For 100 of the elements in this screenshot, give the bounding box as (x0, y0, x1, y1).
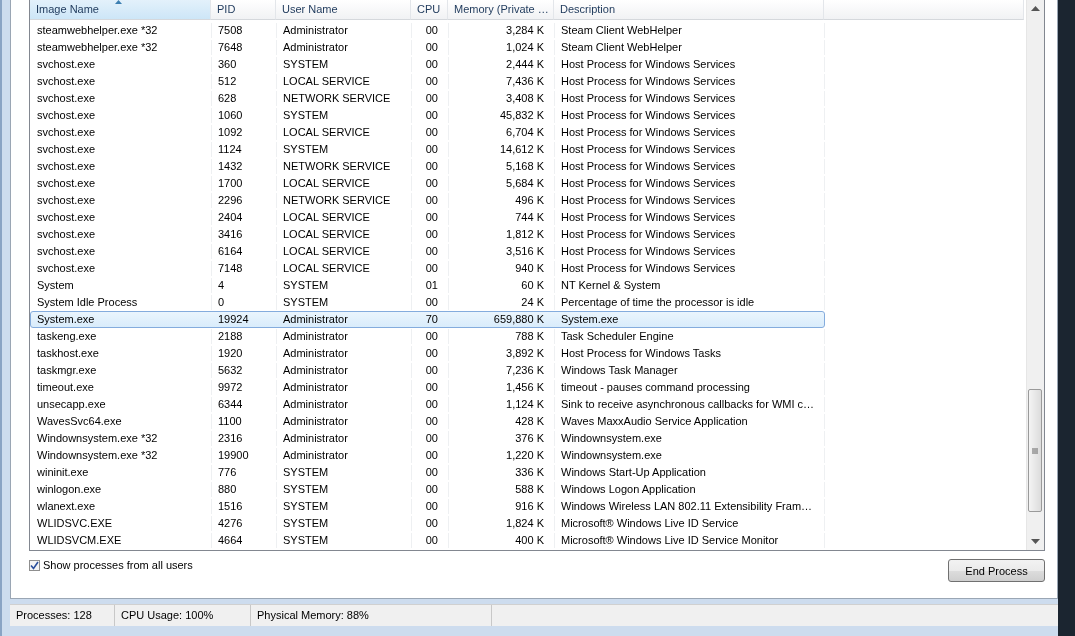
process-row[interactable]: svchost.exe 6164 LOCAL SERVICE 00 3,516 K Host Process for Windows Services (30, 243, 825, 260)
table-cell: 2404 (212, 210, 277, 225)
column-header[interactable]: Description (554, 0, 824, 20)
scroll-up-icon[interactable] (1031, 6, 1040, 11)
table-cell: 588 K (449, 482, 555, 497)
table-cell: 00 (412, 516, 449, 531)
process-row[interactable]: Windownsystem.exe *32 19900 Administrator 00 1,220 K Windownsystem.exe (30, 447, 825, 464)
table-cell: 00 (412, 346, 449, 361)
process-row[interactable]: svchost.exe 3416 LOCAL SERVICE 00 1,812 K Host Process for Windows Services (30, 226, 825, 243)
table-cell: 496 K (449, 193, 555, 208)
table-cell: Microsoft® Windows Live ID Service (555, 516, 825, 531)
process-row[interactable]: svchost.exe 7148 LOCAL SERVICE 00 940 K Host Process for Windows Services (30, 260, 825, 277)
checkbox[interactable] (29, 559, 40, 571)
table-cell: 60 K (449, 278, 555, 293)
table-cell: 7148 (212, 261, 277, 276)
scroll-thumb[interactable] (1028, 389, 1042, 512)
table-cell: SYSTEM (277, 516, 412, 531)
column-header[interactable]: Memory (Private … (448, 0, 554, 20)
column-header[interactable]: CPU (411, 0, 448, 20)
process-row[interactable]: unsecapp.exe 6344 Administrator 00 1,124 K Sink to receive asynchronous callbacks for WMI c… (30, 396, 825, 413)
table-cell: wininit.exe (31, 465, 212, 480)
column-header[interactable]: Image Name (30, 0, 211, 20)
process-row[interactable]: svchost.exe 628 NETWORK SERVICE 00 3,408 K Host Process for Windows Services (30, 90, 825, 107)
process-row[interactable]: taskmgr.exe 5632 Administrator 00 7,236 K Windows Task Manager (30, 362, 825, 379)
table-cell: 1,220 K (449, 448, 555, 463)
table-cell: LOCAL SERVICE (277, 244, 412, 259)
table-cell: 00 (412, 91, 449, 106)
table-cell: 3,516 K (449, 244, 555, 259)
process-row[interactable]: svchost.exe 1092 LOCAL SERVICE 00 6,704 K Host Process for Windows Services (30, 124, 825, 141)
process-row[interactable]: System 4 SYSTEM 01 60 K NT Kernel & System (30, 277, 825, 294)
column-header[interactable]: PID (211, 0, 276, 20)
table-cell: WLIDSVC.EXE (31, 516, 212, 531)
process-row[interactable]: taskhost.exe 1920 Administrator 00 3,892 K Host Process for Windows Tasks (30, 345, 825, 362)
column-header[interactable]: User Name (276, 0, 411, 20)
process-row[interactable]: steamwebhelper.exe *32 7508 Administrator 00 3,284 K Steam Client WebHelper (30, 22, 825, 39)
end-process-button[interactable]: End Process (948, 559, 1045, 582)
process-row[interactable]: wininit.exe 776 SYSTEM 00 336 K Windows Start-Up Application (30, 464, 825, 481)
table-cell: 1,812 K (449, 227, 555, 242)
grip-icon (1032, 447, 1038, 454)
process-row[interactable]: svchost.exe 1060 SYSTEM 00 45,832 K Host Process for Windows Services (30, 107, 825, 124)
table-cell: 5,168 K (449, 159, 555, 174)
table-cell: SYSTEM (277, 278, 412, 293)
table-cell: Administrator (277, 448, 412, 463)
process-row[interactable]: Windownsystem.exe *32 2316 Administrator 00 376 K Windownsystem.exe (30, 430, 825, 447)
process-row[interactable]: svchost.exe 2296 NETWORK SERVICE 00 496 K Host Process for Windows Services (30, 192, 825, 209)
table-cell: SYSTEM (277, 499, 412, 514)
table-cell: 776 (212, 465, 277, 480)
process-row[interactable]: WLIDSVCM.EXE 4664 SYSTEM 00 400 K Microsoft® Windows Live ID Service Monitor (30, 532, 825, 549)
table-cell: Windownsystem.exe *32 (31, 448, 212, 463)
process-row[interactable]: winlogon.exe 880 SYSTEM 00 588 K Windows Logon Application (30, 481, 825, 498)
table-cell: Windows Logon Application (555, 482, 825, 497)
table-cell: SYSTEM (277, 142, 412, 157)
table-cell: wlanext.exe (31, 499, 212, 514)
table-cell: Windows Task Manager (555, 363, 825, 378)
table-cell: 19900 (212, 448, 277, 463)
process-row[interactable]: svchost.exe 1432 NETWORK SERVICE 00 5,168 K Host Process for Windows Services (30, 158, 825, 175)
table-cell: Windownsystem.exe *32 (31, 431, 212, 446)
table-cell: Windows Start-Up Application (555, 465, 825, 480)
process-row[interactable]: WavesSvc64.exe 1100 Administrator 00 428 K Waves MaxxAudio Service Application (30, 413, 825, 430)
table-cell: 00 (412, 40, 449, 55)
process-row[interactable]: System Idle Process 0 SYSTEM 00 24 K Percentage of time the processor is idle (30, 294, 825, 311)
process-row[interactable]: svchost.exe 512 LOCAL SERVICE 00 7,436 K Host Process for Windows Services (30, 73, 825, 90)
table-cell: Host Process for Windows Services (555, 244, 825, 259)
table-cell-text: System.exe (560, 312, 620, 327)
table-cell: 336 K (449, 465, 555, 480)
checkbox-label[interactable]: Show processes from all users (43, 559, 193, 571)
table-cell: 744 K (449, 210, 555, 225)
table-cell: unsecapp.exe (31, 397, 212, 412)
process-row[interactable]: svchost.exe 1700 LOCAL SERVICE 00 5,684 K Host Process for Windows Services (30, 175, 825, 192)
process-row[interactable]: WLIDSVC.EXE 4276 SYSTEM 00 1,824 K Microsoft® Windows Live ID Service (30, 515, 825, 532)
scroll-down-icon[interactable] (1031, 539, 1040, 544)
process-row[interactable]: System.exe 19924 Administrator 70 659,880 K System.exe (30, 311, 825, 328)
table-cell: 00 (412, 193, 449, 208)
table-cell: Host Process for Windows Services (555, 91, 825, 106)
table-cell: LOCAL SERVICE (277, 125, 412, 140)
table-cell: 512 (212, 74, 277, 89)
table-cell: Microsoft® Windows Live ID Service Monitor (555, 533, 825, 548)
table-cell-text: 659,880 K (492, 312, 545, 327)
scrollbar[interactable] (1026, 0, 1044, 550)
table-cell: 00 (412, 244, 449, 259)
table-cell: 1124 (212, 142, 277, 157)
process-row[interactable]: wlanext.exe 1516 SYSTEM 00 916 K Windows Wireless LAN 802.11 Extensibility Fram… (30, 498, 825, 515)
table-cell: svchost.exe (31, 142, 212, 157)
table-cell: 2,444 K (449, 57, 555, 72)
table-cell: LOCAL SERVICE (277, 261, 412, 276)
table-cell: 1060 (212, 108, 277, 123)
table-cell: Administrator (277, 431, 412, 446)
process-row[interactable]: svchost.exe 360 SYSTEM 00 2,444 K Host Process for Windows Services (30, 56, 825, 73)
table-cell: Windownsystem.exe (555, 431, 825, 446)
process-row[interactable]: timeout.exe 9972 Administrator 00 1,456 K timeout - pauses command processing (30, 379, 825, 396)
process-row[interactable]: steamwebhelper.exe *32 7648 Administrator 00 1,024 K Steam Client WebHelper (30, 39, 825, 56)
table-cell: 1,024 K (449, 40, 555, 55)
process-row[interactable]: svchost.exe 2404 LOCAL SERVICE 00 744 K Host Process for Windows Services (30, 209, 825, 226)
table-cell: Administrator (277, 40, 412, 55)
process-row[interactable]: taskeng.exe 2188 Administrator 00 788 K Task Scheduler Engine (30, 328, 825, 345)
table-cell: 6164 (212, 244, 277, 259)
process-row[interactable]: svchost.exe 1124 SYSTEM 00 14,612 K Host Process for Windows Services (30, 141, 825, 158)
table-cell: 00 (412, 176, 449, 191)
table-cell: SYSTEM (277, 108, 412, 123)
table-cell: 1432 (212, 159, 277, 174)
